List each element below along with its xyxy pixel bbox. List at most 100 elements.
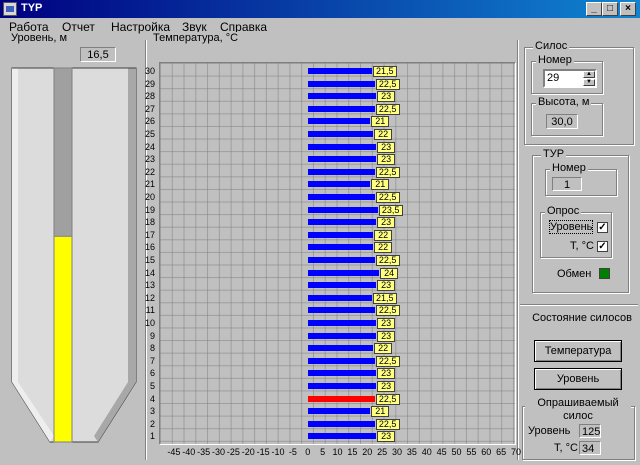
y-tick-label: 16 [144,242,155,253]
maximize-button[interactable]: □ [602,2,618,16]
temperature-bar [307,143,377,150]
temperature-bar [307,181,371,188]
level-button[interactable]: Уровень [534,368,622,390]
y-tick-label: 13 [144,280,155,291]
temperature-bar [307,80,375,87]
temperature-value-label: 22,5 [375,192,400,203]
y-tick-label: 30 [144,66,155,76]
temperature-bar [307,420,375,427]
title-bar[interactable]: TYP _ □ × [0,0,640,18]
poll-temp-checkbox[interactable]: ✓ [597,241,608,252]
spin-up-button[interactable]: ▲ [583,71,595,78]
temperature-value-label: 21 [371,179,390,191]
poll-group-title: Опрос [545,205,582,217]
temperature-value-label: 22 [374,229,393,241]
temperature-bar [307,383,377,389]
temperature-value-label: 23 [377,217,396,229]
temperature-bar [307,206,378,213]
temperature-bar [307,68,372,74]
temperature-bar [307,118,371,125]
temperature-bar [307,433,377,440]
y-tick-label: 25 [144,129,155,139]
temperature-value-label: 23 [377,154,396,166]
spin-down-button[interactable]: ▼ [583,79,595,86]
temperature-bar [307,395,375,402]
temperature-value-label: 23,5 [378,204,403,216]
y-tick-label: 27 [144,103,155,114]
temperature-bar [307,93,377,100]
level-panel-label: Уровень, м [9,32,70,44]
close-button[interactable]: × [620,2,636,16]
y-tick-label: 29 [144,78,155,89]
minimize-button[interactable]: _ [586,2,602,16]
y-tick-label: 22 [144,166,155,177]
temperature-value-label: 23 [377,381,396,392]
temperature-value-label: 23 [377,91,396,103]
window-title: TYP [21,2,43,14]
right-divider [517,40,519,460]
temperature-value-label: 21 [371,116,390,128]
temperature-value-label: 22,5 [375,78,400,90]
state-group-title: Состояние силосов [532,312,632,324]
silo-height-value: 30,0 [546,114,578,129]
temperature-bar [307,269,380,276]
right-separator [520,304,638,306]
y-tick-label: 11 [145,305,155,316]
temperature-value-label: 22,5 [375,103,400,115]
y-tick-label: 5 [149,381,155,391]
y-tick-label: 10 [144,318,155,328]
y-tick-label: 3 [149,406,155,417]
temperature-bar [307,105,375,112]
y-tick-label: 12 [144,292,155,303]
poll-level-label[interactable]: Уровень [548,220,594,234]
temperature-value-label: 22,5 [375,355,400,367]
temperature-value-label: 23 [377,280,396,292]
temperature-value-label: 24 [380,267,399,279]
y-tick-label: 1 [149,431,155,442]
y-tick-label: 2 [149,418,155,429]
tur-number-label: Номер [550,162,588,174]
temperature-bar [307,357,375,364]
silo-graphic [11,67,137,443]
polled-level-label: Уровень [528,425,571,437]
temperature-value-label: 23 [377,141,396,153]
level-readout: 16,5 [80,47,116,62]
temperature-bar [307,370,377,377]
silo-number-label: Номер [536,54,574,66]
polled-temp-value: 34 [579,441,601,455]
temperature-value-label: 22,5 [375,305,400,317]
temperature-bar [307,231,374,238]
y-tick-label: 18 [144,217,155,228]
y-tick-label: 23 [144,154,155,165]
y-tick-label: 26 [144,116,155,127]
y-tick-label: 9 [149,330,155,341]
silo-number-spinner[interactable]: 29 ▲ ▼ [543,69,597,88]
polled-temp-label: Т, °С [554,442,578,454]
menu-bar: Работа Отчет Настройка Звук Справка [0,18,640,36]
temperature-value-label: 23 [377,431,396,443]
temperature-value-label: 22,5 [375,418,400,430]
temperature-value-label: 22 [374,343,393,355]
y-tick-label: 19 [144,204,155,215]
app-icon[interactable] [3,2,17,16]
temperature-button[interactable]: Температура [534,340,622,362]
temperature-value-label: 22,5 [375,255,400,266]
temperature-value-label: 22 [374,129,393,140]
temperature-value-label: 22,5 [375,166,400,178]
temperature-value-label: 23 [377,330,396,342]
temperature-bar [307,320,377,326]
temperature-value-label: 22 [374,242,393,254]
temperature-bar [307,307,375,314]
temperature-bar [307,156,377,163]
poll-level-checkbox[interactable]: ✓ [597,222,608,233]
temperature-value-label: 21,5 [372,292,397,304]
temperature-bar [307,131,374,137]
exchange-label: Обмен [557,268,592,280]
y-tick-label: 20 [144,192,155,202]
temperature-bar [307,282,377,289]
silo-group-title: Силос [533,40,570,52]
y-tick-label: 7 [149,355,155,366]
y-tick-label: 14 [144,267,155,278]
temperature-panel-label: Температура, °C [151,32,241,44]
temperature-bar [307,244,374,251]
